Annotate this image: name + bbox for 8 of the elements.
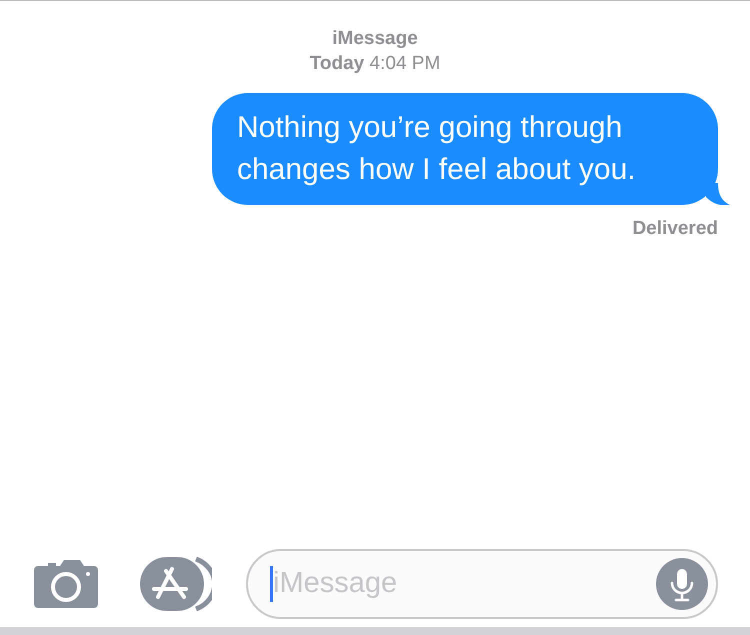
app-store-icon[interactable]	[140, 557, 212, 611]
timestamp: Today 4:04 PM	[310, 52, 440, 76]
microphone-icon[interactable]	[656, 558, 708, 610]
delivery-status: Delivered	[632, 217, 718, 241]
bubble-tail	[706, 183, 730, 205]
service-label: iMessage	[332, 27, 418, 51]
camera-icon[interactable]	[34, 560, 98, 608]
message-bubble: Nothing you’re going through changes how I feel about you.	[212, 93, 718, 205]
